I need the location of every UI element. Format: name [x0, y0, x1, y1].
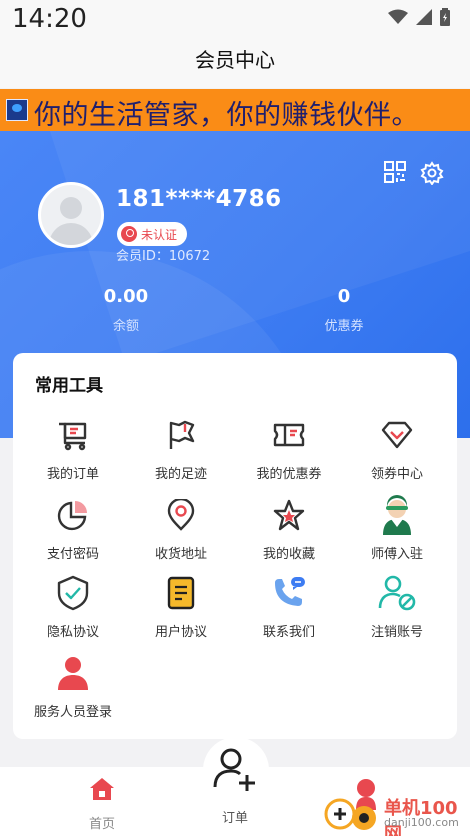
tab-orders[interactable]: 订单: [195, 807, 275, 826]
tool-pay-password[interactable]: 支付密码: [17, 493, 129, 562]
tool-contact-us[interactable]: 联系我们: [233, 571, 345, 640]
user-cancel-icon: [375, 571, 419, 615]
diamond-icon: [375, 413, 419, 457]
home-icon: [90, 778, 114, 800]
phone-chat-icon: [267, 571, 311, 615]
tab-home[interactable]: 首页: [62, 777, 142, 832]
document-icon: [159, 571, 203, 615]
tab-home-label: 首页: [88, 817, 115, 832]
tools-title: 常用工具: [35, 376, 103, 396]
watermark-url: danji100.com: [384, 816, 459, 829]
verify-status-text: 未认证: [141, 227, 178, 242]
avatar-head: [60, 197, 82, 219]
user-badge-icon: [121, 226, 137, 242]
tool-label: 联系我们: [262, 625, 315, 640]
balance-value: 0.00: [103, 286, 149, 307]
battery-icon: [440, 8, 450, 26]
coupon-stat[interactable]: 0 优惠券: [284, 286, 404, 334]
tool-label: 隐私协议: [46, 625, 99, 640]
site-watermark: 单机100网 danji100.com: [318, 776, 468, 836]
user-phone: 181****4786: [116, 186, 282, 212]
add-user-icon: [213, 748, 255, 791]
tool-coupon-center[interactable]: 领券中心: [341, 413, 453, 482]
flag-icon: [159, 413, 203, 457]
cart-icon: [51, 413, 95, 457]
coupon-label: 优惠券: [324, 319, 364, 334]
tool-my-coupons[interactable]: 我的优惠券: [233, 413, 345, 482]
tool-address[interactable]: 收货地址: [125, 493, 237, 562]
tool-label: 用户协议: [154, 625, 207, 640]
person-icon: [51, 651, 95, 695]
worker-icon: [375, 493, 419, 537]
tool-label: 我的足迹: [154, 467, 207, 482]
tab-orders-label: 订单: [221, 811, 248, 826]
hero-actions: [384, 161, 444, 185]
verify-status-badge[interactable]: 未认证: [117, 222, 188, 246]
tool-label: 支付密码: [46, 547, 99, 562]
tool-favorites[interactable]: 我的收藏: [233, 493, 345, 562]
watermark-logo-icon: [324, 779, 376, 830]
tool-staff-login[interactable]: 服务人员登录: [17, 651, 129, 720]
slogan-banner[interactable]: 你的生活管家，你的赚钱伙伴。: [0, 89, 470, 131]
tool-privacy[interactable]: 隐私协议: [17, 571, 129, 640]
tool-my-orders[interactable]: 我的订单: [17, 413, 129, 482]
brand-logo-icon: [6, 99, 28, 121]
tool-label: 我的收藏: [262, 547, 315, 562]
settings-gear-icon[interactable]: [420, 161, 444, 185]
add-user-button[interactable]: [203, 737, 269, 803]
coupon-value: 0: [337, 286, 351, 307]
tool-label: 服务人员登录: [33, 705, 112, 720]
qrcode-icon[interactable]: [384, 161, 406, 183]
watermark-name: 单机100网: [384, 798, 458, 836]
status-icons: [388, 8, 450, 26]
avatar-body: [49, 223, 93, 245]
tool-my-footprint[interactable]: 我的足迹: [125, 413, 237, 482]
ticket-icon: [267, 413, 311, 457]
status-bar: 14:20: [0, 0, 470, 40]
banner-text: 你的生活管家，你的赚钱伙伴。: [34, 100, 419, 131]
balance-stat[interactable]: 0.00 余额: [66, 286, 186, 334]
tool-label: 师傅入驻: [370, 547, 423, 562]
tool-label: 我的优惠券: [256, 467, 322, 482]
tool-label: 注销账号: [370, 625, 423, 640]
tool-worker-join[interactable]: 师傅入驻: [341, 493, 453, 562]
tool-user-agreement[interactable]: 用户协议: [125, 571, 237, 640]
star-icon: [267, 493, 311, 537]
balance-label: 余额: [112, 319, 139, 334]
tool-cancel-account[interactable]: 注销账号: [341, 571, 453, 640]
member-id: 会员ID：10672: [116, 249, 211, 264]
shield-check-icon: [51, 571, 95, 615]
status-time: 14:20: [12, 4, 87, 34]
signal-icon: [416, 9, 432, 25]
page-title: 会员中心: [0, 40, 470, 88]
avatar[interactable]: [38, 182, 104, 248]
location-icon: [159, 493, 203, 537]
tool-label: 我的订单: [46, 467, 99, 482]
common-tools-card: 常用工具 我的订单 我的足迹 我的优惠券 领券中心 支付密码 收货地址 我的收藏…: [13, 353, 457, 739]
wifi-icon: [388, 9, 408, 24]
tool-label: 领券中心: [370, 467, 423, 482]
pie-icon: [51, 493, 95, 537]
tool-label: 收货地址: [154, 547, 207, 562]
